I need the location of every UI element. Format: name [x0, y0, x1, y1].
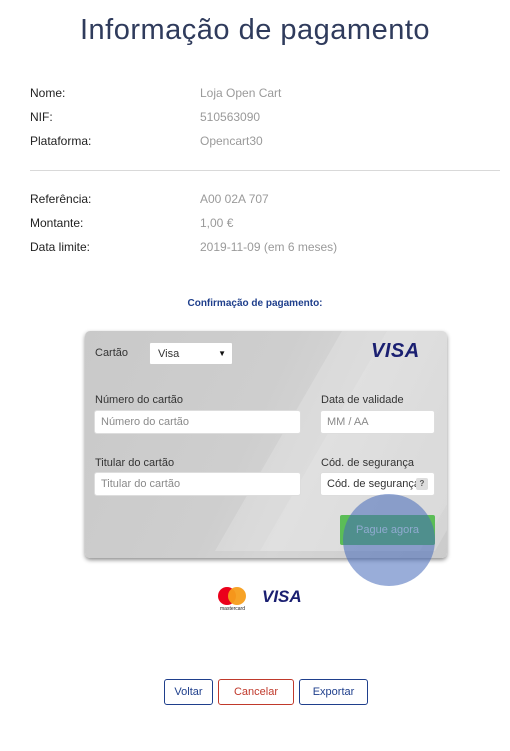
- confirmation-title: Confirmação de pagamento:: [187, 298, 323, 309]
- card-type-value: Visa: [158, 348, 180, 360]
- nif-label: NIF:: [30, 110, 53, 124]
- platform-label: Plataforma:: [30, 134, 92, 148]
- holder-label: Titular do cartão: [95, 457, 175, 469]
- export-button[interactable]: Exportar: [299, 679, 368, 705]
- cvv-input[interactable]: Cód. de segurança ?: [320, 472, 435, 496]
- mastercard-yellow-circle: [228, 587, 246, 605]
- name-value: Loja Open Cart: [200, 86, 282, 100]
- pay-now-button[interactable]: Pague agora: [340, 515, 435, 545]
- payment-logos: mastercard VISA: [218, 587, 318, 615]
- cvv-placeholder: Cód. de segurança: [327, 478, 420, 490]
- name-label: Nome:: [30, 86, 66, 100]
- section-divider: [30, 170, 500, 171]
- cvv-label: Cód. de segurança: [321, 457, 414, 469]
- card-form: Cartão Visa ▼ VISA Número do cartão Núme…: [85, 331, 447, 558]
- amount-value: 1,00 €: [200, 216, 234, 230]
- expiry-input[interactable]: MM / AA: [320, 410, 435, 434]
- deadline-value: 2019-11-09 (em 6 meses): [200, 240, 338, 254]
- visa-card-logo: VISA: [371, 340, 420, 362]
- cancel-button[interactable]: Cancelar: [218, 679, 294, 705]
- mastercard-text: mastercard: [220, 606, 246, 612]
- reference-label: Referência:: [30, 192, 92, 206]
- holder-input[interactable]: Titular do cartão: [94, 472, 301, 496]
- card-type-label: Cartão: [95, 347, 129, 359]
- platform-value: Opencart30: [200, 134, 263, 148]
- card-type-select[interactable]: Visa ▼: [149, 342, 233, 365]
- nif-value: 510563090: [200, 110, 261, 124]
- chevron-down-icon: ▼: [218, 349, 226, 358]
- card-number-input[interactable]: Número do cartão: [94, 410, 301, 434]
- back-button[interactable]: Voltar: [164, 679, 213, 705]
- visa-logo: VISA: [262, 587, 302, 606]
- help-icon[interactable]: ?: [416, 478, 428, 490]
- reference-value: A00 02A 707: [200, 192, 269, 206]
- deadline-label: Data limite:: [30, 240, 91, 254]
- card-number-label: Número do cartão: [95, 394, 184, 406]
- amount-label: Montante:: [30, 216, 84, 230]
- page-title: Informação de pagamento: [79, 14, 431, 46]
- expiry-label: Data de validade: [321, 394, 404, 406]
